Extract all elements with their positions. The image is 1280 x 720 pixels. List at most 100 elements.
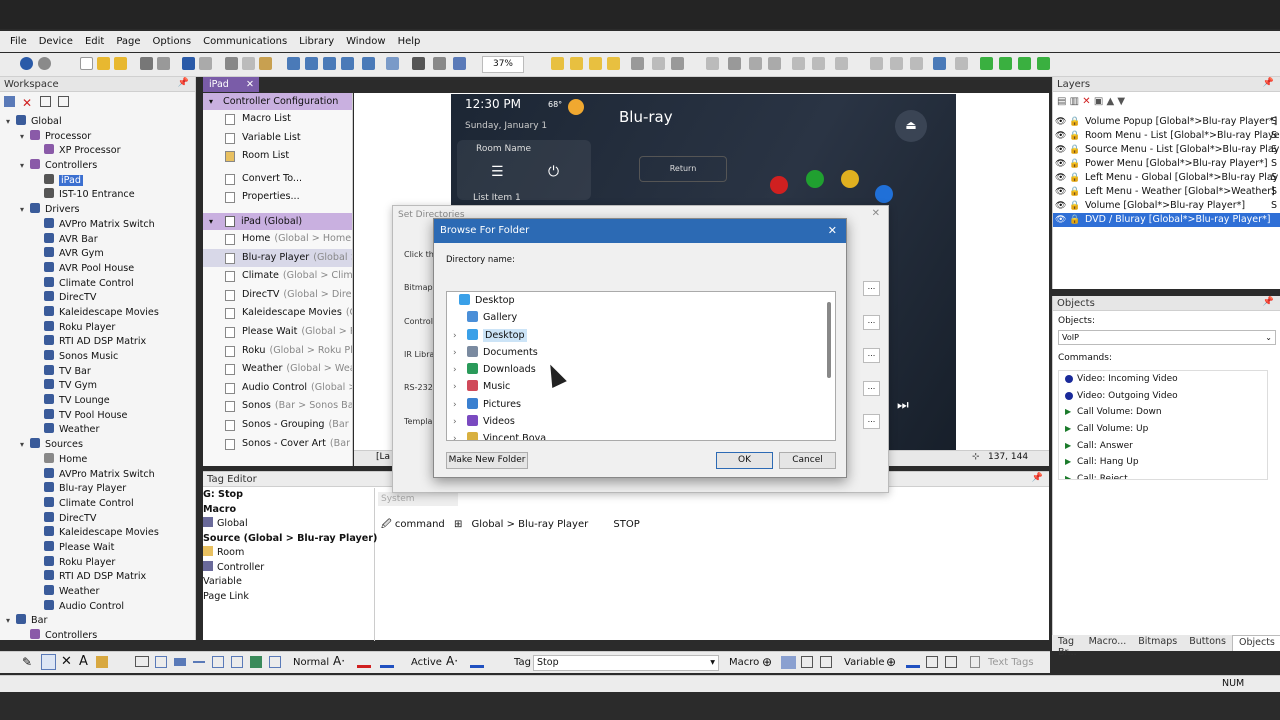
resize-icon[interactable] <box>792 57 805 70</box>
command-item[interactable]: Video: Outgoing Video <box>1059 388 1267 405</box>
arrow-left-icon[interactable] <box>1018 57 1031 70</box>
chevron-right-icon[interactable]: › <box>453 328 463 345</box>
command-item[interactable]: ▶ Call: Hang Up <box>1059 454 1267 471</box>
layer-item[interactable]: 👁 🔒 Volume [Global*>Blu-ray Player*] S <box>1053 199 1280 213</box>
text-tags-label[interactable]: Text Tags <box>988 657 1034 668</box>
workspace-tree-item[interactable]: Controllers <box>0 629 190 640</box>
back-icon[interactable] <box>20 57 33 70</box>
layer-item[interactable]: 👁 🔒 Volume Popup [Global*>Blu-ray Player*]… <box>1053 115 1280 129</box>
chevron-right-icon[interactable]: › <box>453 414 463 431</box>
size2-icon[interactable] <box>890 57 903 70</box>
folder-item[interactable]: › Music <box>447 378 835 395</box>
folder-item[interactable]: Desktop <box>447 292 835 309</box>
folder-item[interactable]: › Desktop <box>447 327 835 344</box>
align-bottom-icon[interactable] <box>728 57 741 70</box>
grid-icon[interactable] <box>386 57 399 70</box>
workspace-tree-item[interactable]: TV Bar <box>0 364 190 380</box>
page-list-item[interactable]: Roku (Global > Roku Pla <box>203 342 352 361</box>
workspace-tree-item[interactable]: Blu-ray Player <box>0 482 190 497</box>
text-tags-icon[interactable] <box>970 656 980 668</box>
new-file-icon[interactable] <box>80 57 93 70</box>
pencil-icon[interactable]: ✎ <box>22 655 32 669</box>
page-list-item[interactable]: Home (Global > Home) <box>203 230 352 249</box>
resize3-icon[interactable] <box>835 57 848 70</box>
browse-bitmap-button[interactable]: ... <box>863 281 880 296</box>
menu-help[interactable]: Help <box>392 36 427 47</box>
variable-open-icon[interactable] <box>926 656 938 668</box>
chevron-right-icon[interactable]: › <box>453 379 463 396</box>
arrow-up-icon[interactable] <box>980 57 993 70</box>
command-item[interactable]: ▶ Call: Answer <box>1059 438 1267 455</box>
workspace-tree-item[interactable]: Climate Control <box>0 496 190 512</box>
right-tab[interactable]: Buttons <box>1183 635 1232 651</box>
eye-icon[interactable]: 👁 <box>1055 213 1066 227</box>
collapse-icon[interactable] <box>58 96 69 107</box>
close-x-icon[interactable]: ✕ <box>61 654 72 669</box>
macro-open-icon[interactable] <box>801 656 813 668</box>
screen-icon[interactable] <box>287 57 300 70</box>
layer-item[interactable]: 👁 🔒 Room Menu - List [Global*>Blu-ray Play… <box>1053 129 1280 143</box>
macro-clear-icon[interactable] <box>820 656 832 668</box>
cancel-button[interactable]: Cancel <box>779 452 836 469</box>
center2-icon[interactable] <box>955 57 968 70</box>
page-list-item[interactable]: Sonos - Grouping(Bar > <box>203 416 352 435</box>
expand-arrow-icon[interactable]: ▾ <box>20 159 30 174</box>
lock-icon[interactable]: 🔒 <box>1069 185 1080 199</box>
chevron-right-icon[interactable]: › <box>453 397 463 414</box>
workspace-tree-item[interactable]: TV Pool House <box>0 408 190 424</box>
redo-icon[interactable] <box>199 57 212 70</box>
browse-rs232-button[interactable]: ... <box>863 381 880 396</box>
page-list-item[interactable]: Audio Control (Global > <box>203 379 352 398</box>
folder-item[interactable]: › Documents <box>447 344 835 361</box>
screen3-icon[interactable] <box>323 57 336 70</box>
skip-next-icon[interactable]: ⏭ <box>897 398 909 413</box>
workspace-tree-item[interactable]: Roku Player <box>0 320 190 336</box>
lock-icon[interactable]: 🔒 <box>1069 199 1080 213</box>
chevron-right-icon[interactable]: › <box>453 362 463 379</box>
open-folder-icon[interactable] <box>97 57 110 70</box>
workspace-tree-item[interactable]: Home <box>0 452 190 468</box>
workspace-tree-item[interactable]: iPad <box>0 173 190 189</box>
page-list-item[interactable]: Weather(Global > Weat <box>203 360 352 379</box>
workspace-tree-item[interactable]: AVR Bar <box>0 232 190 248</box>
workspace-tree-item[interactable]: Weather <box>0 423 190 438</box>
workspace-tree-item[interactable]: ▾ Bar <box>0 614 190 629</box>
command-item[interactable]: ▶ Call Volume: Up <box>1059 421 1267 438</box>
open-recent-icon[interactable] <box>114 57 127 70</box>
pin-icon[interactable]: 📌 <box>1263 297 1274 307</box>
right-tab[interactable]: Objects <box>1231 635 1280 651</box>
right-tab[interactable]: Tag Br... <box>1052 635 1083 658</box>
distribute-icon[interactable] <box>706 57 719 70</box>
page-list-item[interactable]: Sonos - Cover Art(Bar > <box>203 435 352 454</box>
return-button[interactable]: Return <box>639 156 727 182</box>
align-icon[interactable] <box>551 57 564 70</box>
controller-menu-item[interactable]: Macro List <box>203 110 352 129</box>
close-tab-icon[interactable]: ✕ <box>246 77 254 92</box>
workspace-tree-item[interactable]: AVR Pool House <box>0 261 190 277</box>
workspace-new-icon[interactable] <box>4 96 15 107</box>
cut-icon[interactable] <box>225 57 238 70</box>
lock-icon[interactable]: 🔒 <box>1069 143 1080 157</box>
align-center-icon[interactable] <box>652 57 665 70</box>
objects-select[interactable]: VoIP ⌄ <box>1058 330 1276 345</box>
controller-menu-item[interactable]: Room List <box>203 147 352 166</box>
page-list-item[interactable]: DirecTV(Global > DirecT <box>203 286 352 305</box>
tab-ipad[interactable]: iPad ✕ <box>203 77 259 92</box>
globe-icon[interactable]: ⊕ <box>762 655 772 669</box>
yellow-button[interactable] <box>841 170 859 188</box>
align-right-icon[interactable] <box>671 57 684 70</box>
menu-window[interactable]: Window <box>340 36 391 47</box>
folder-item[interactable]: › Downloads <box>447 361 835 378</box>
expand-arrow-icon[interactable]: ▾ <box>20 438 30 453</box>
menu-file[interactable]: File <box>4 36 33 47</box>
layer-item[interactable]: 👁 🔒 DVD / Bluray [Global*>Blu-ray Player*] <box>1053 213 1280 227</box>
workspace-tree-item[interactable]: ▾ Global <box>0 115 190 130</box>
ok-button[interactable]: OK <box>716 452 773 469</box>
pages-header[interactable]: ▾ iPad (Global) <box>203 212 352 230</box>
workspace-tree-item[interactable]: Kaleidescape Movies <box>0 526 190 541</box>
lock-icon[interactable]: 🔒 <box>1069 157 1080 171</box>
expand-arrow-icon[interactable]: ▾ <box>6 614 16 629</box>
variable-globe-icon[interactable]: ⊕ <box>886 655 896 669</box>
folder-item[interactable]: › Pictures <box>447 396 835 413</box>
workspace-tree-item[interactable]: TV Gym <box>0 379 190 394</box>
